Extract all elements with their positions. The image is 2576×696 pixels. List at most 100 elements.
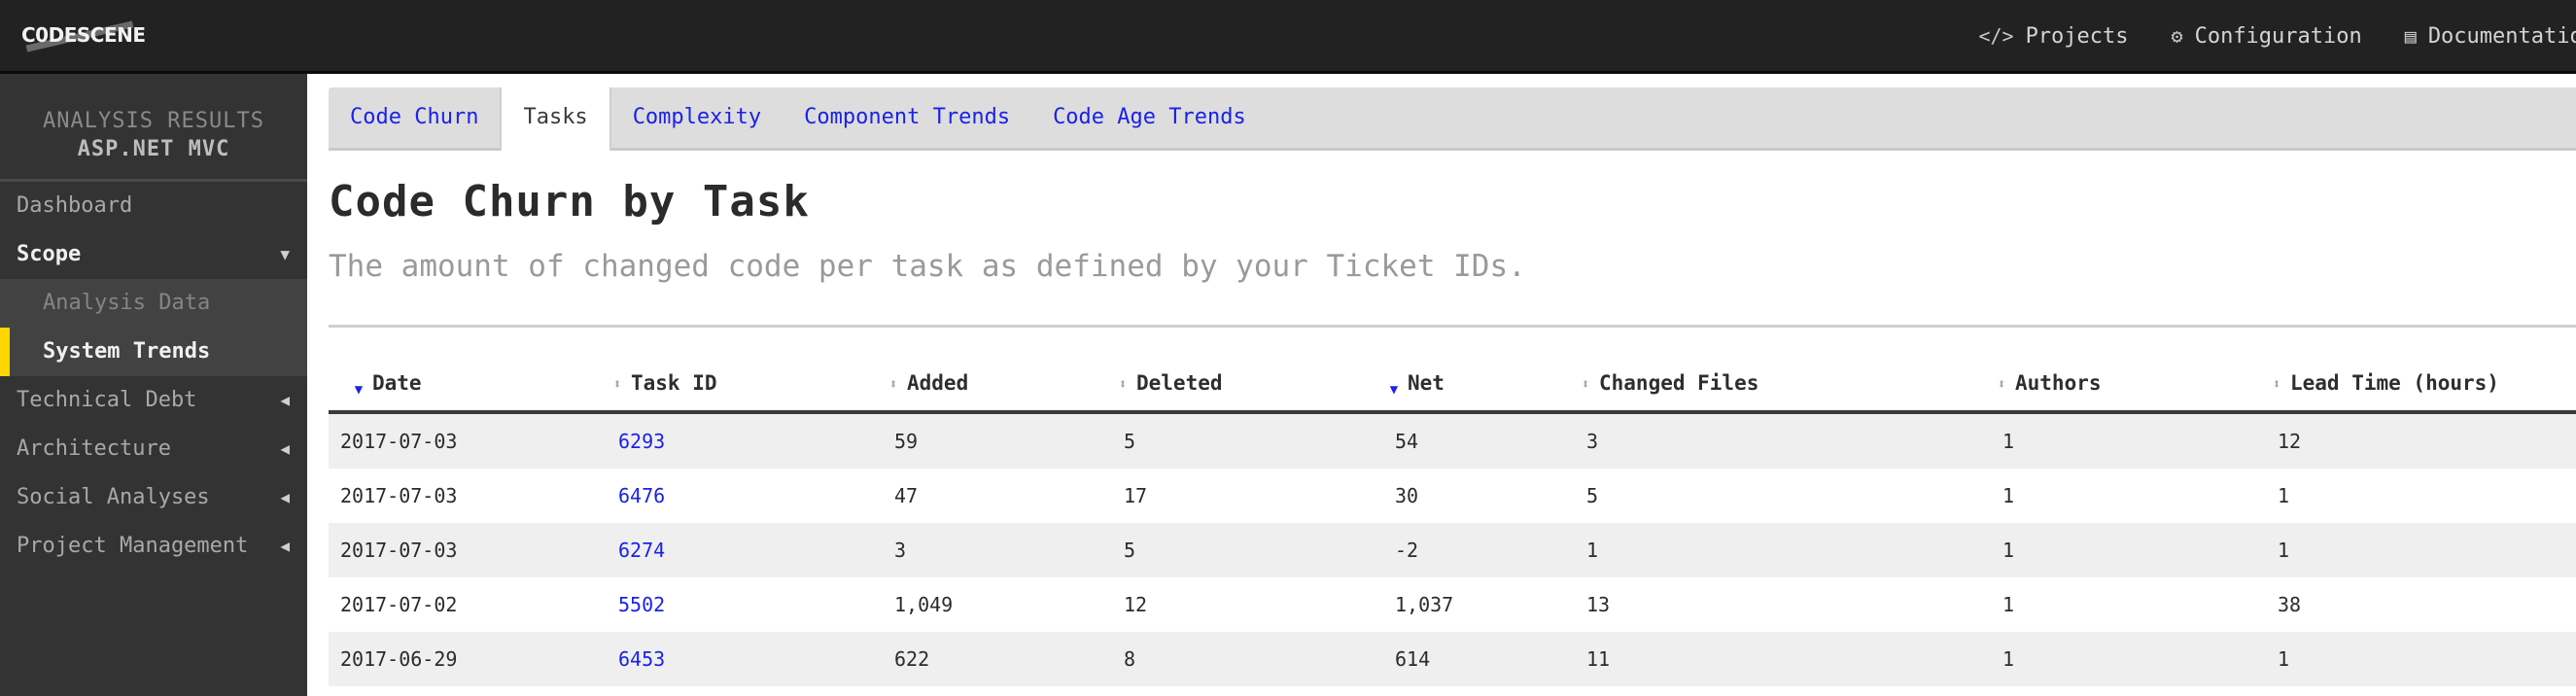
top-nav: </> Projects ⚙ Configuration ▤ Documenta…	[1978, 19, 2576, 52]
cell-changed-files: 1	[1575, 523, 1991, 577]
sort-icon: ⬍	[1991, 377, 2012, 392]
task-id-link[interactable]: 5502	[618, 593, 665, 616]
sidebar: ANALYSIS RESULTS ASP.NET MVC Dashboard S…	[0, 74, 307, 696]
project-name: ASP.NET MVC	[0, 137, 307, 161]
column-header-label: Authors	[2015, 371, 2102, 395]
cell-deleted: 12	[1112, 577, 1383, 632]
sidebar-header: ANALYSIS RESULTS ASP.NET MVC	[0, 74, 307, 182]
column-header-authors[interactable]: ⬍Authors	[1991, 356, 2266, 412]
cell-task-id: 6453	[607, 632, 883, 686]
divider	[329, 325, 2576, 328]
logo-text: C0DESCENE	[21, 23, 146, 47]
cell-added: 47	[883, 469, 1112, 523]
column-header-changed-files[interactable]: ⬍Changed Files	[1575, 356, 1991, 412]
cell-authors: 1	[1991, 632, 2266, 686]
nav-documentation-label: Documentation	[2428, 24, 2576, 49]
caret-left-icon: ◀	[280, 473, 290, 522]
sort-descending-icon: ▼	[1383, 382, 1405, 398]
sidebar-item-project-management[interactable]: Project Management ◀	[0, 522, 307, 571]
table-row: 2017-07-036476471730511	[329, 469, 2576, 523]
sort-icon: ⬍	[2266, 377, 2287, 392]
table-row: 2017-06-29645362286141111	[329, 632, 2576, 686]
cell-deleted: 5	[1112, 523, 1383, 577]
cell-task-id: 6293	[607, 412, 883, 469]
sidebar-item-label: Technical Debt	[17, 388, 196, 412]
cell-date: 2017-07-03	[329, 523, 607, 577]
cell-added: 3	[883, 523, 1112, 577]
scope-submenu: Analysis Data System Trends	[0, 279, 307, 376]
cell-net: 30	[1383, 469, 1575, 523]
sidebar-item-scope[interactable]: Scope ▼	[0, 230, 307, 279]
cell-changed-files: 5	[1575, 469, 1991, 523]
task-id-link[interactable]: 6274	[618, 539, 665, 562]
task-id-link[interactable]: 6293	[618, 430, 665, 453]
column-header-deleted[interactable]: ⬍Deleted	[1112, 356, 1383, 412]
nav-projects-label: Projects	[2026, 24, 2129, 49]
caret-down-icon: ▼	[280, 230, 290, 279]
sidebar-item-label: Scope	[17, 242, 81, 266]
nav-documentation[interactable]: ▤ Documentation	[2405, 19, 2576, 52]
sort-icon: ⬍	[883, 377, 904, 392]
cell-authors: 1	[1991, 577, 2266, 632]
column-header-added[interactable]: ⬍Added	[883, 356, 1112, 412]
sidebar-item-technical-debt[interactable]: Technical Debt ◀	[0, 376, 307, 425]
analysis-results-label: ANALYSIS RESULTS	[0, 74, 307, 133]
sidebar-item-dashboard[interactable]: Dashboard	[0, 182, 307, 230]
cell-added: 622	[883, 632, 1112, 686]
cell-task-id: 6274	[607, 523, 883, 577]
column-header-net[interactable]: ▼Net	[1383, 356, 1575, 412]
sidebar-item-label: Project Management	[17, 534, 248, 558]
table-row: 2017-07-0255021,049121,03713138	[329, 577, 2576, 632]
sort-descending-icon: ▼	[348, 382, 369, 398]
column-header-label: Task ID	[631, 371, 717, 395]
code-icon: </>	[1978, 24, 2013, 48]
nav-configuration-label: Configuration	[2195, 24, 2362, 49]
cell-task-id: 5502	[607, 577, 883, 632]
tab-component-trends[interactable]: Component Trends	[783, 87, 1031, 148]
main-content: Code Churn Tasks Complexity Component Tr…	[329, 74, 2576, 696]
cell-date: 2017-06-29	[329, 632, 607, 686]
column-header-label: Changed Files	[1599, 371, 1758, 395]
task-id-link[interactable]: 6453	[618, 647, 665, 671]
cell-lead-time: 12	[2266, 412, 2576, 469]
tab-code-churn[interactable]: Code Churn	[329, 87, 500, 148]
sidebar-item-social-analyses[interactable]: Social Analyses ◀	[0, 473, 307, 522]
top-bar: C0DESCENE </> Projects ⚙ Configuration ▤…	[0, 0, 2576, 74]
task-id-link[interactable]: 6476	[618, 484, 665, 507]
cell-changed-files: 3	[1575, 412, 1991, 469]
cell-lead-time: 1	[2266, 632, 2576, 686]
column-header-label: Lead Time (hours)	[2290, 371, 2499, 395]
table-row: 2017-07-03627435-2111	[329, 523, 2576, 577]
sidebar-item-system-trends[interactable]: System Trends	[0, 328, 307, 376]
tab-tasks[interactable]: Tasks	[500, 87, 610, 151]
nav-projects[interactable]: </> Projects	[1978, 19, 2128, 52]
cell-added: 1,049	[883, 577, 1112, 632]
sort-icon: ⬍	[1575, 377, 1596, 392]
cell-deleted: 5	[1112, 412, 1383, 469]
sidebar-item-architecture[interactable]: Architecture ◀	[0, 425, 307, 473]
tab-complexity[interactable]: Complexity	[611, 87, 783, 148]
table-row: 2017-07-036293595543112	[329, 412, 2576, 469]
cell-authors: 1	[1991, 469, 2266, 523]
column-header-lead-time-hours[interactable]: ⬍Lead Time (hours)	[2266, 356, 2576, 412]
codescene-logo[interactable]: C0DESCENE	[21, 21, 146, 49]
tasks-table: ▼Date⬍Task ID⬍Added⬍Deleted▼Net⬍Changed …	[329, 356, 2576, 686]
table-header-row: ▼Date⬍Task ID⬍Added⬍Deleted▼Net⬍Changed …	[329, 356, 2576, 412]
cell-date: 2017-07-02	[329, 577, 607, 632]
column-header-task-id[interactable]: ⬍Task ID	[607, 356, 883, 412]
tab-code-age-trends[interactable]: Code Age Trends	[1031, 87, 1268, 148]
sort-icon: ⬍	[607, 377, 628, 392]
cell-date: 2017-07-03	[329, 469, 607, 523]
tab-bar: Code Churn Tasks Complexity Component Tr…	[329, 87, 2576, 151]
sidebar-item-analysis-data[interactable]: Analysis Data	[0, 279, 307, 328]
cell-authors: 1	[1991, 412, 2266, 469]
nav-configuration[interactable]: ⚙ Configuration	[2172, 19, 2362, 52]
sidebar-item-label: Architecture	[17, 436, 171, 461]
column-header-date[interactable]: ▼Date	[329, 356, 607, 412]
column-header-label: Deleted	[1136, 371, 1223, 395]
column-header-label: Date	[372, 371, 422, 395]
cell-date: 2017-07-03	[329, 412, 607, 469]
column-header-label: Added	[907, 371, 968, 395]
caret-left-icon: ◀	[280, 376, 290, 425]
cell-net: -2	[1383, 523, 1575, 577]
